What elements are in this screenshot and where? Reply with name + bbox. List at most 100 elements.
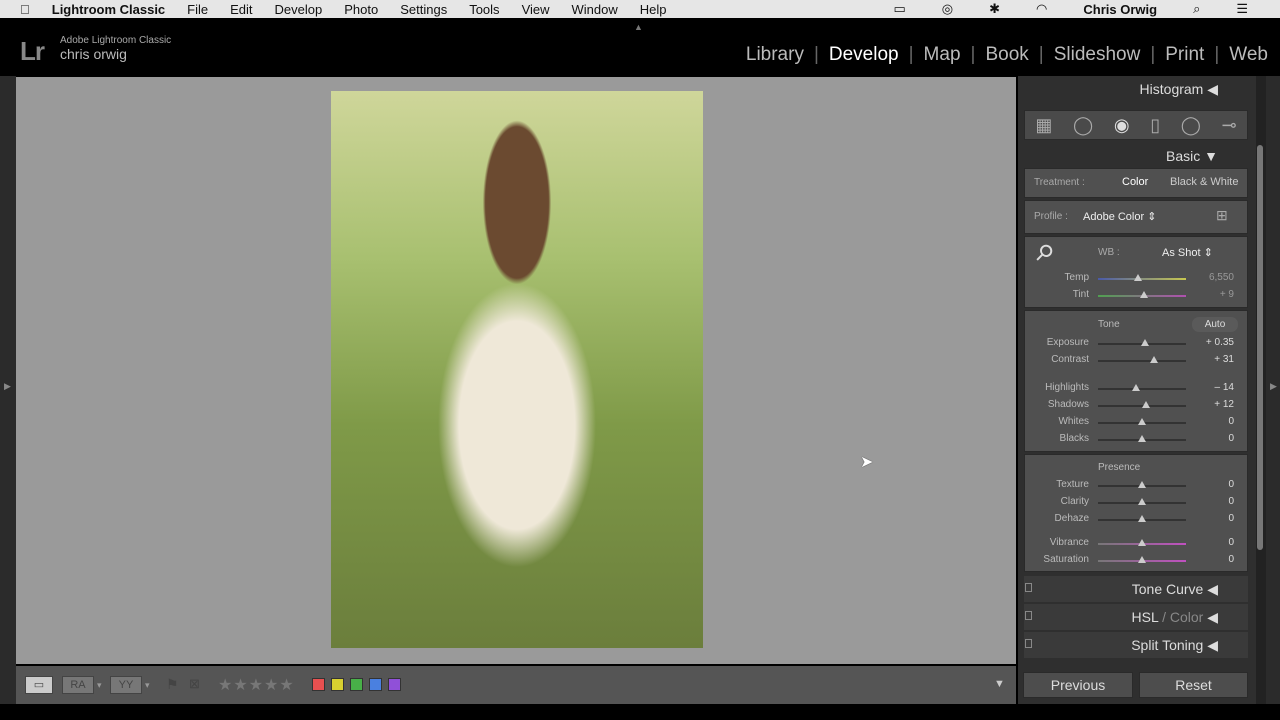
split-toning-toggle[interactable] xyxy=(1025,639,1032,648)
auto-button[interactable]: Auto xyxy=(1192,317,1238,332)
clarity-value[interactable]: 0 xyxy=(1194,496,1234,507)
exposure-slider-thumb[interactable] xyxy=(1140,339,1149,346)
menu-photo[interactable]: Photo xyxy=(344,2,378,17)
star-rating[interactable]: ★★★★★ xyxy=(218,675,295,695)
apple-icon[interactable]:  xyxy=(20,2,30,17)
histogram-header[interactable]: Histogram ◀ xyxy=(1024,76,1248,102)
crop-tool-icon[interactable]: ▦ xyxy=(1035,115,1052,136)
blacks-slider-thumb[interactable] xyxy=(1138,435,1146,442)
previous-button[interactable]: Previous xyxy=(1023,672,1133,698)
photo-preview[interactable] xyxy=(331,91,703,648)
dehaze-slider[interactable] xyxy=(1098,515,1186,522)
hsl-toggle[interactable] xyxy=(1025,611,1032,620)
tint-value[interactable]: + 9 xyxy=(1194,289,1234,300)
temp-slider[interactable] xyxy=(1098,274,1186,281)
collapse-top-icon[interactable]: ▲ xyxy=(634,22,643,32)
vibrance-value[interactable]: 0 xyxy=(1194,537,1234,548)
user-name[interactable]: Chris Orwig xyxy=(1083,2,1157,17)
menu-settings[interactable]: Settings xyxy=(400,2,447,17)
blacks-value[interactable]: 0 xyxy=(1194,433,1234,444)
expand-right-icon[interactable]: ▶ xyxy=(1270,381,1277,392)
color-label-swatch[interactable] xyxy=(312,678,325,691)
dehaze-value[interactable]: 0 xyxy=(1194,513,1234,524)
yy-dropdown-icon[interactable]: ▾ xyxy=(145,680,150,691)
spot-removal-icon[interactable]: ◯ xyxy=(1073,115,1093,136)
compare-yy-button[interactable]: YY xyxy=(110,676,142,694)
menu-help[interactable]: Help xyxy=(640,2,667,17)
color-label-swatch[interactable] xyxy=(369,678,382,691)
whites-value[interactable]: 0 xyxy=(1194,416,1234,427)
toolbar-menu-icon[interactable]: ▼ xyxy=(994,678,1005,690)
whites-slider[interactable] xyxy=(1098,418,1186,425)
temp-value[interactable]: 6,550 xyxy=(1194,272,1234,283)
exposure-value[interactable]: + 0.35 xyxy=(1194,337,1234,348)
search-icon[interactable]: ⌕ xyxy=(1193,1,1200,17)
graduated-filter-icon[interactable]: ▯ xyxy=(1150,115,1160,136)
texture-slider-thumb[interactable] xyxy=(1138,481,1146,488)
shadows-slider[interactable] xyxy=(1098,401,1186,408)
basic-header[interactable]: Basic ▼ xyxy=(1024,143,1248,169)
flag-icon[interactable]: ⚑ xyxy=(166,676,179,693)
reject-flag-icon[interactable]: ⊠ xyxy=(189,676,200,692)
right-edge[interactable]: ▶ xyxy=(1266,76,1280,704)
highlights-slider[interactable] xyxy=(1098,384,1186,391)
module-slideshow[interactable]: Slideshow xyxy=(1054,44,1141,66)
shadows-slider-thumb[interactable] xyxy=(1142,401,1151,408)
tint-slider[interactable] xyxy=(1098,291,1186,298)
highlights-value[interactable]: – 14 xyxy=(1194,382,1234,393)
temp-slider-thumb[interactable] xyxy=(1133,274,1142,281)
contrast-slider-thumb[interactable] xyxy=(1150,356,1159,363)
menu-develop[interactable]: Develop xyxy=(275,2,323,17)
tone-curve-header[interactable]: Tone Curve ◀ xyxy=(1024,576,1248,602)
module-web[interactable]: Web xyxy=(1229,44,1268,66)
saturation-slider-thumb[interactable] xyxy=(1138,556,1146,563)
module-book[interactable]: Book xyxy=(985,44,1028,66)
left-panel-collapsed[interactable]: ▶ xyxy=(0,76,16,704)
menu-file[interactable]: File xyxy=(187,2,208,17)
creative-cloud-icon[interactable]: ◎ xyxy=(942,1,953,17)
shadows-value[interactable]: + 12 xyxy=(1194,399,1234,410)
treatment-bw[interactable]: Black & White xyxy=(1170,176,1238,188)
exposure-slider[interactable] xyxy=(1098,339,1186,346)
color-label-swatch[interactable] xyxy=(350,678,363,691)
module-print[interactable]: Print xyxy=(1165,44,1204,66)
whites-slider-thumb[interactable] xyxy=(1138,418,1146,425)
contrast-slider[interactable] xyxy=(1098,356,1186,363)
blacks-slider[interactable] xyxy=(1098,435,1186,442)
before-after-button[interactable]: RA xyxy=(62,676,94,694)
texture-value[interactable]: 0 xyxy=(1194,479,1234,490)
color-label-swatch[interactable] xyxy=(331,678,344,691)
saturation-value[interactable]: 0 xyxy=(1194,554,1234,565)
split-toning-header[interactable]: Split Toning ◀ xyxy=(1024,632,1248,658)
highlights-slider-thumb[interactable] xyxy=(1131,384,1140,391)
module-library[interactable]: Library xyxy=(746,44,804,66)
clarity-slider-thumb[interactable] xyxy=(1138,498,1146,505)
display-icon[interactable]: ▭ xyxy=(893,1,905,17)
profile-browser-icon[interactable]: ⊞ xyxy=(1216,207,1228,224)
contrast-value[interactable]: + 31 xyxy=(1194,354,1234,365)
adjustment-brush-icon[interactable]: ⊸ xyxy=(1222,115,1237,136)
scrollbar-thumb[interactable] xyxy=(1257,145,1263,550)
treatment-color[interactable]: Color xyxy=(1122,176,1148,188)
menu-view[interactable]: View xyxy=(522,2,550,17)
bluetooth-icon[interactable]: ✱ xyxy=(989,1,1000,17)
hsl-header[interactable]: HSL / Color ◀ xyxy=(1024,604,1248,630)
dehaze-slider-thumb[interactable] xyxy=(1138,515,1146,522)
radial-filter-icon[interactable]: ◯ xyxy=(1181,115,1201,136)
vibrance-slider[interactable] xyxy=(1098,539,1186,546)
wb-select[interactable]: As Shot ⇕ xyxy=(1162,246,1213,259)
saturation-slider[interactable] xyxy=(1098,556,1186,563)
reset-button[interactable]: Reset xyxy=(1139,672,1248,698)
module-map[interactable]: Map xyxy=(924,44,961,66)
menu-tools[interactable]: Tools xyxy=(469,2,499,17)
list-icon[interactable]: ☰ xyxy=(1236,1,1248,17)
before-after-dropdown-icon[interactable]: ▾ xyxy=(97,680,102,691)
profile-select[interactable]: Adobe Color ⇕ xyxy=(1083,210,1156,223)
tint-slider-thumb[interactable] xyxy=(1139,291,1148,298)
expand-left-icon[interactable]: ▶ xyxy=(4,381,11,392)
module-develop[interactable]: Develop xyxy=(829,44,899,66)
loupe-view-button[interactable]: ▭ xyxy=(25,676,53,694)
vibrance-slider-thumb[interactable] xyxy=(1138,539,1146,546)
clarity-slider[interactable] xyxy=(1098,498,1186,505)
menu-window[interactable]: Window xyxy=(572,2,618,17)
